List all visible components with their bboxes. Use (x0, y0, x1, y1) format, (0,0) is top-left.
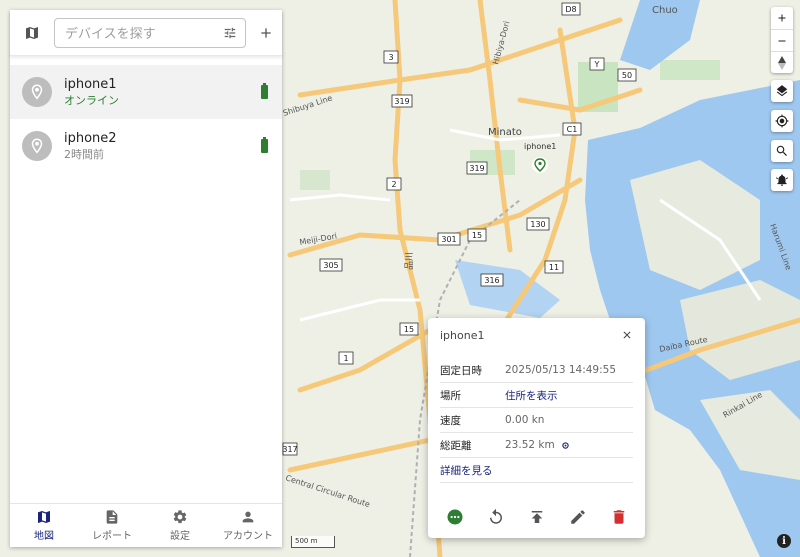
map-toggle-icon[interactable] (24, 25, 40, 41)
shield-1: 1 (343, 354, 348, 363)
shield-316: 316 (484, 276, 499, 285)
add-device-icon[interactable] (258, 25, 274, 41)
device-item-iphone1[interactable]: iphone1 オンライン (10, 65, 282, 119)
show-address-link[interactable]: 住所を表示 (505, 388, 558, 403)
shield-130: 130 (530, 220, 545, 229)
popup-row-distance: 総距離 23.52 km (440, 433, 633, 458)
device-list: iphone1 オンライン iphone2 2時間前 (10, 56, 282, 503)
nav-map[interactable]: 地図 (10, 504, 78, 547)
nav-map-label: 地図 (34, 531, 54, 542)
nav-settings[interactable]: 設定 (146, 504, 214, 547)
shield-301: 301 (441, 235, 456, 244)
popup-row-speed: 速度 0.00 kn (440, 408, 633, 433)
panel-toolbar: デバイスを探す (10, 10, 282, 56)
device-name: iphone2 (64, 131, 117, 146)
device-popup: iphone1 固定日時 2025/05/13 14:49:55 場所 住所を表… (428, 318, 645, 538)
device-marker-icon[interactable] (532, 157, 548, 173)
zoom-controls (771, 7, 793, 73)
location-label: 場所 (440, 389, 461, 402)
layers-icon[interactable] (771, 80, 793, 102)
label-shinagawa: 品川 (404, 252, 415, 270)
send-command-icon[interactable] (528, 508, 546, 526)
shield-305: 305 (323, 261, 338, 270)
label-chuo: Chuo (652, 5, 678, 16)
popup-actions (428, 508, 645, 526)
more-details-link[interactable]: 詳細を見る (440, 458, 633, 483)
speed-label: 速度 (440, 414, 461, 427)
shield-50: 50 (622, 71, 632, 80)
layers-control (771, 80, 793, 102)
shield-11: 11 (549, 263, 559, 272)
nav-account[interactable]: アカウント (214, 504, 282, 547)
shield-319b: 319 (469, 164, 484, 173)
nav-report-label: レポート (92, 531, 132, 542)
speed-value: 0.00 kn (505, 414, 545, 426)
search-placeholder: デバイスを探す (65, 27, 156, 42)
report-icon (106, 510, 118, 524)
map-search-icon[interactable] (771, 140, 793, 162)
shield-y: Y (594, 60, 600, 69)
account-icon (242, 511, 254, 523)
distance-label: 総距離 (440, 439, 472, 452)
delete-icon[interactable] (610, 508, 628, 526)
replay-icon[interactable] (487, 508, 505, 526)
nav-account-label: アカウント (223, 531, 273, 542)
notification-control (771, 169, 793, 191)
device-avatar (22, 77, 52, 107)
shield-2: 2 (391, 180, 396, 189)
shield-d8: D8 (565, 5, 576, 14)
label-minato: Minato (488, 127, 522, 138)
popup-row-location: 場所 住所を表示 (440, 383, 633, 408)
distance-value: 23.52 km (505, 439, 555, 451)
popup-title: iphone1 (440, 328, 485, 342)
search-input[interactable]: デバイスを探す (54, 17, 246, 48)
nav-settings-label: 設定 (170, 531, 190, 542)
fix-time-label: 固定日時 (440, 364, 482, 377)
more-options-icon[interactable] (446, 508, 464, 526)
bottom-navigation: 地図 レポート 設定 アカウント (10, 503, 282, 547)
compass-icon[interactable] (771, 51, 793, 73)
map-icon (38, 511, 50, 523)
shield-317: 317 (282, 445, 297, 454)
zoom-out-icon[interactable] (771, 29, 793, 51)
nav-report[interactable]: レポート (78, 504, 146, 547)
shield-319a: 319 (394, 97, 409, 106)
device-status: オンライン (64, 94, 119, 107)
filter-icon[interactable] (223, 26, 237, 40)
settings-icon (173, 510, 187, 524)
locate-control (771, 110, 793, 132)
shield-3: 3 (388, 53, 393, 62)
edit-icon[interactable] (569, 508, 587, 526)
alarm-bell-icon[interactable] (771, 169, 793, 191)
popup-row-fix-time: 固定日時 2025/05/13 14:49:55 (440, 358, 633, 383)
device-panel: デバイスを探す iphone1 オンライン iphone2 2時間前 地図 レポ… (10, 10, 282, 547)
battery-icon (261, 137, 268, 153)
shield-c1: C1 (567, 125, 578, 134)
map-scale: 500 m (291, 536, 335, 548)
location-pin-icon (31, 84, 43, 100)
marker-label: iphone1 (524, 142, 556, 151)
device-item-iphone2[interactable]: iphone2 2時間前 (10, 119, 282, 173)
search-map-control (771, 140, 793, 162)
location-pin-icon (31, 138, 43, 154)
zoom-in-icon[interactable] (771, 7, 793, 29)
attribution-info-icon[interactable]: i (777, 534, 791, 548)
close-icon[interactable] (621, 329, 633, 341)
device-name: iphone1 (64, 77, 117, 92)
fix-time-value: 2025/05/13 14:49:55 (505, 364, 617, 376)
battery-icon (261, 83, 268, 99)
my-location-icon[interactable] (771, 110, 793, 132)
distance-settings-icon[interactable] (561, 441, 570, 450)
device-status: 2時間前 (64, 148, 104, 161)
shield-15b: 15 (404, 325, 414, 334)
shield-15a: 15 (472, 231, 482, 240)
device-avatar (22, 131, 52, 161)
